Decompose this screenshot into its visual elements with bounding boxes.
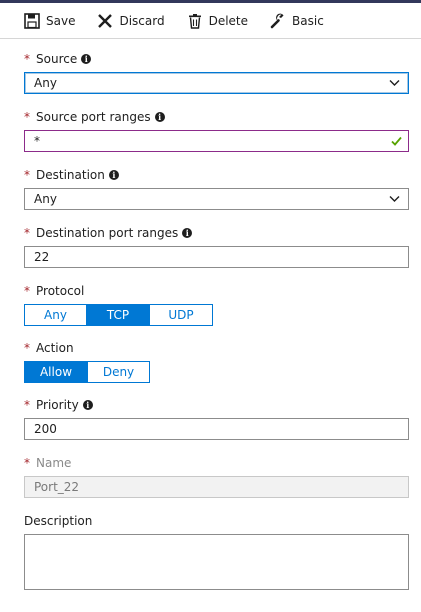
- basic-label: Basic: [292, 13, 324, 28]
- discard-icon: [98, 13, 113, 28]
- discard-label: Discard: [119, 13, 165, 28]
- source-dropdown[interactable]: Any: [24, 72, 409, 94]
- name-field: * Name Port_22: [24, 454, 409, 498]
- basic-wrench-icon: [270, 13, 284, 28]
- destination-value: Any: [34, 192, 57, 206]
- action-option-allow[interactable]: Allow: [24, 361, 88, 383]
- delete-button[interactable]: Delete: [187, 13, 248, 29]
- delete-icon: [188, 13, 201, 29]
- info-icon[interactable]: i: [182, 228, 193, 238]
- save-button[interactable]: Save: [24, 12, 76, 29]
- destination-dropdown[interactable]: Any: [24, 188, 409, 210]
- required-marker: *: [24, 226, 30, 240]
- source-port-ranges-field: * Source port ranges i *: [24, 108, 409, 152]
- priority-field: * Priority i 200: [24, 396, 409, 440]
- required-marker: *: [24, 341, 30, 355]
- description-textarea[interactable]: [24, 534, 409, 590]
- save-label: Save: [46, 13, 76, 28]
- save-icon: [24, 12, 40, 29]
- description-label: Description: [24, 514, 93, 528]
- info-icon[interactable]: i: [108, 170, 119, 180]
- protocol-option-udp[interactable]: UDP: [150, 304, 213, 326]
- source-label: Source: [36, 52, 78, 66]
- source-port-ranges-label: Source port ranges: [36, 110, 151, 124]
- source-field: * Source i Any: [24, 50, 409, 94]
- checkmark-icon: [391, 136, 402, 146]
- required-marker: *: [24, 168, 30, 182]
- basic-button[interactable]: Basic: [270, 13, 324, 29]
- protocol-option-tcp[interactable]: TCP: [87, 304, 150, 326]
- destination-port-ranges-field: * Destination port ranges i 22: [24, 224, 409, 268]
- chevron-down-icon: [389, 196, 400, 202]
- action-field: * Action Allow Deny: [24, 339, 409, 383]
- destination-port-ranges-value: 22: [34, 250, 50, 264]
- protocol-option-any[interactable]: Any: [24, 304, 87, 326]
- required-marker: *: [24, 284, 30, 298]
- source-value: Any: [34, 76, 57, 90]
- destination-port-ranges-label: Destination port ranges: [36, 226, 179, 240]
- priority-value: 200: [34, 422, 57, 436]
- info-icon[interactable]: i: [81, 54, 92, 64]
- description-field: Description: [24, 512, 409, 590]
- delete-label: Delete: [208, 13, 249, 28]
- action-segmented-control: Allow Deny: [24, 361, 409, 383]
- action-label: Action: [36, 341, 74, 355]
- required-marker: *: [24, 52, 30, 66]
- name-label: Name: [36, 456, 72, 470]
- source-port-ranges-value: *: [34, 134, 40, 148]
- name-value: Port_22: [34, 480, 80, 494]
- info-icon[interactable]: i: [82, 400, 93, 410]
- destination-label: Destination: [36, 168, 105, 182]
- discard-button[interactable]: Discard: [97, 13, 165, 29]
- required-marker: *: [24, 110, 30, 124]
- priority-label: Priority: [36, 398, 79, 412]
- action-option-deny[interactable]: Deny: [88, 361, 150, 383]
- destination-field: * Destination i Any: [24, 166, 409, 210]
- command-bar: Save Discard Delete Basic: [0, 3, 421, 39]
- source-port-ranges-input[interactable]: *: [24, 130, 409, 152]
- name-input: Port_22: [24, 476, 409, 498]
- priority-input[interactable]: 200: [24, 418, 409, 440]
- protocol-field: * Protocol Any TCP UDP: [24, 282, 409, 326]
- destination-port-ranges-input[interactable]: 22: [24, 246, 409, 268]
- required-marker: *: [24, 456, 30, 470]
- protocol-segmented-control: Any TCP UDP: [24, 304, 409, 326]
- info-icon[interactable]: i: [154, 112, 165, 122]
- protocol-label: Protocol: [36, 284, 85, 298]
- chevron-down-icon: [389, 80, 400, 86]
- required-marker: *: [24, 398, 30, 412]
